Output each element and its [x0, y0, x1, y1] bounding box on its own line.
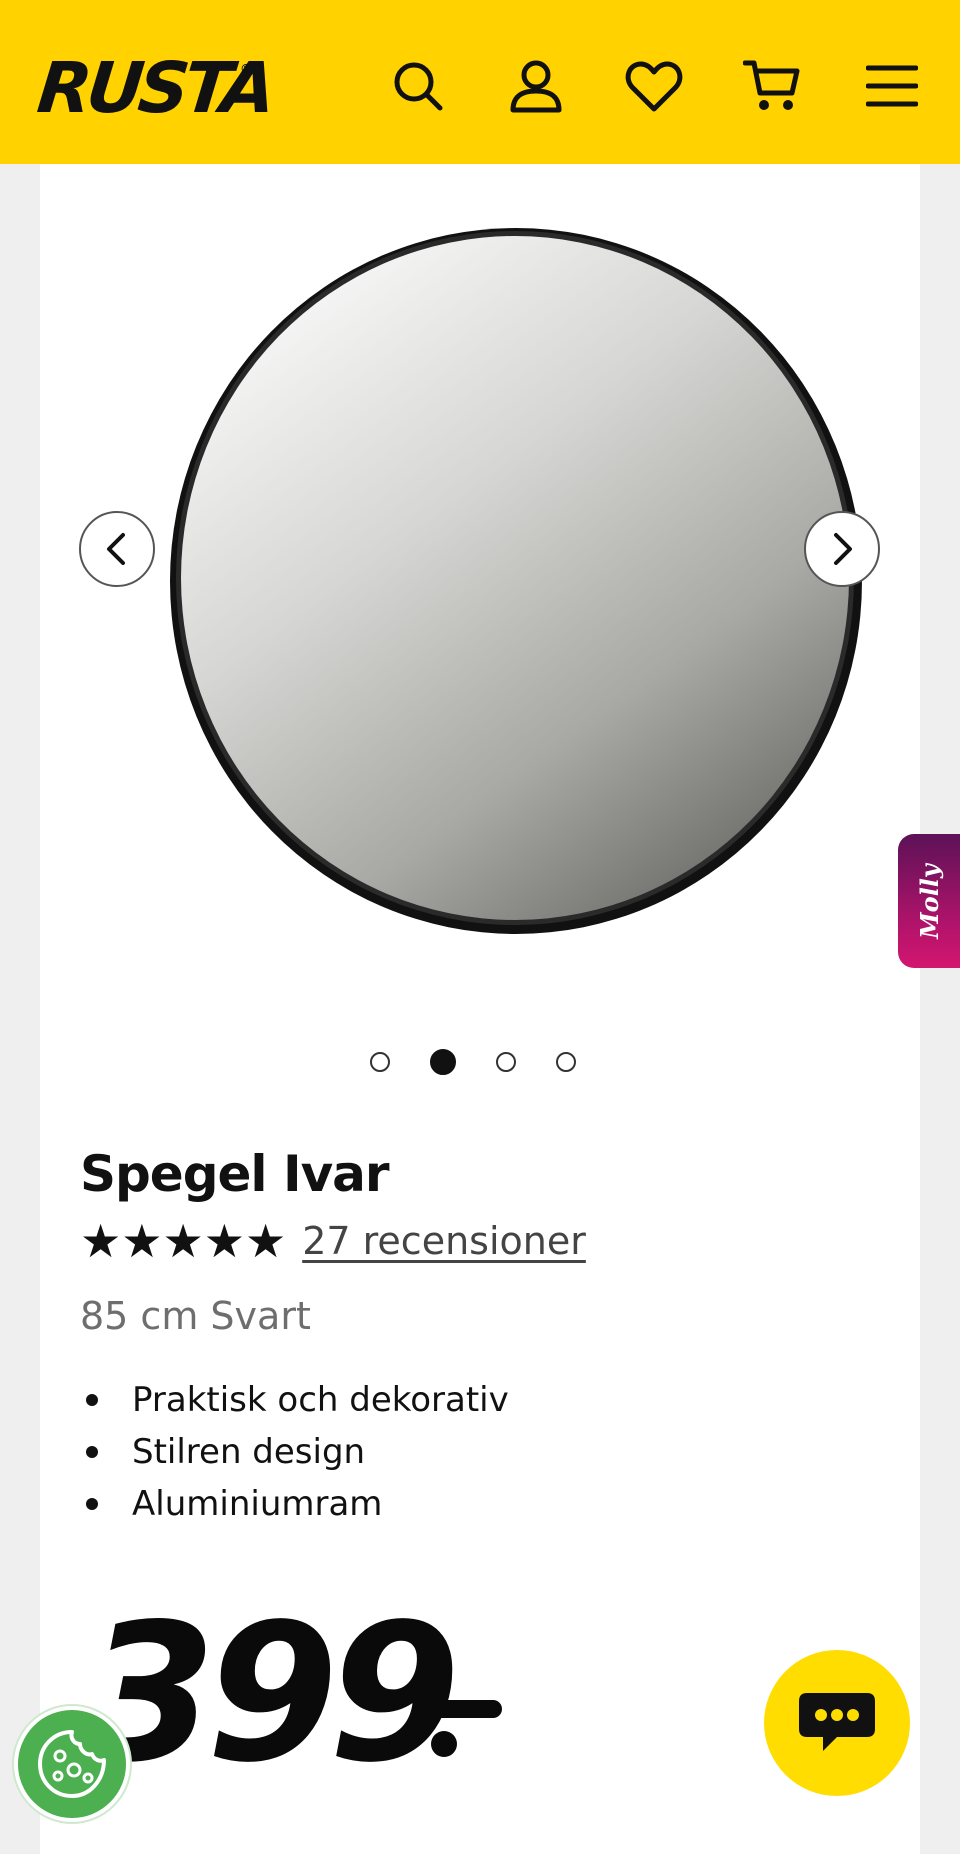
gallery-dot-2-active[interactable]: [430, 1049, 456, 1075]
product-price: 399: [84, 1583, 461, 1804]
menu-icon[interactable]: [862, 56, 922, 116]
price-suffix: .-: [424, 1698, 504, 1762]
logo-registered-mark: ®: [240, 62, 252, 76]
gallery-dot-1[interactable]: [370, 1052, 390, 1072]
user-icon[interactable]: [506, 56, 566, 116]
bullet-icon: [86, 1394, 98, 1406]
gallery-pagination: [370, 1049, 576, 1075]
rusta-logo[interactable]: RUSTA: [34, 47, 275, 129]
gallery-next-button[interactable]: [804, 511, 880, 587]
product-variant: 85 cm Svart: [80, 1294, 311, 1338]
product-title: Spegel Ivar: [80, 1145, 390, 1203]
cookie-icon: [38, 1730, 106, 1798]
chat-bubble-icon: [799, 1693, 875, 1751]
feature-text: Stilren design: [132, 1432, 366, 1472]
gallery-prev-button[interactable]: [79, 511, 155, 587]
chat-button[interactable]: [764, 1650, 910, 1796]
cookie-settings-button[interactable]: [14, 1706, 130, 1822]
search-icon[interactable]: [388, 56, 448, 116]
feature-text: Aluminiumram: [132, 1484, 383, 1524]
feature-list: Praktisk och dekorativ Stilren design Al…: [80, 1374, 509, 1530]
price-dash-dot-icon: [426, 1700, 502, 1757]
feature-item: Praktisk och dekorativ: [80, 1374, 509, 1426]
gallery-dot-4[interactable]: [556, 1052, 576, 1072]
feature-text: Praktisk och dekorativ: [132, 1380, 509, 1420]
chevron-left-icon: [107, 533, 125, 565]
bullet-icon: [86, 1498, 98, 1510]
product-rating: ★★★★★ 27 recensioner: [80, 1218, 586, 1264]
heart-icon[interactable]: [624, 56, 684, 116]
product-card: Spegel Ivar ★★★★★ 27 recensioner 85 cm S…: [40, 164, 920, 1854]
chevron-right-icon: [834, 533, 852, 565]
reviews-link[interactable]: 27 recensioner: [302, 1219, 586, 1263]
bullet-icon: [86, 1446, 98, 1458]
site-header: RUSTA ®: [0, 0, 960, 164]
feature-item: Stilren design: [80, 1426, 509, 1478]
star-icons: ★★★★★: [80, 1214, 287, 1268]
feature-item: Aluminiumram: [80, 1478, 509, 1530]
cart-icon[interactable]: [742, 56, 802, 116]
gallery-dot-3[interactable]: [496, 1052, 516, 1072]
star-rating: ★★★★★: [80, 1218, 286, 1264]
molly-assistant-tab[interactable]: Molly: [898, 834, 960, 968]
product-image-mirror[interactable]: [136, 192, 892, 934]
molly-label: Molly: [914, 863, 944, 939]
